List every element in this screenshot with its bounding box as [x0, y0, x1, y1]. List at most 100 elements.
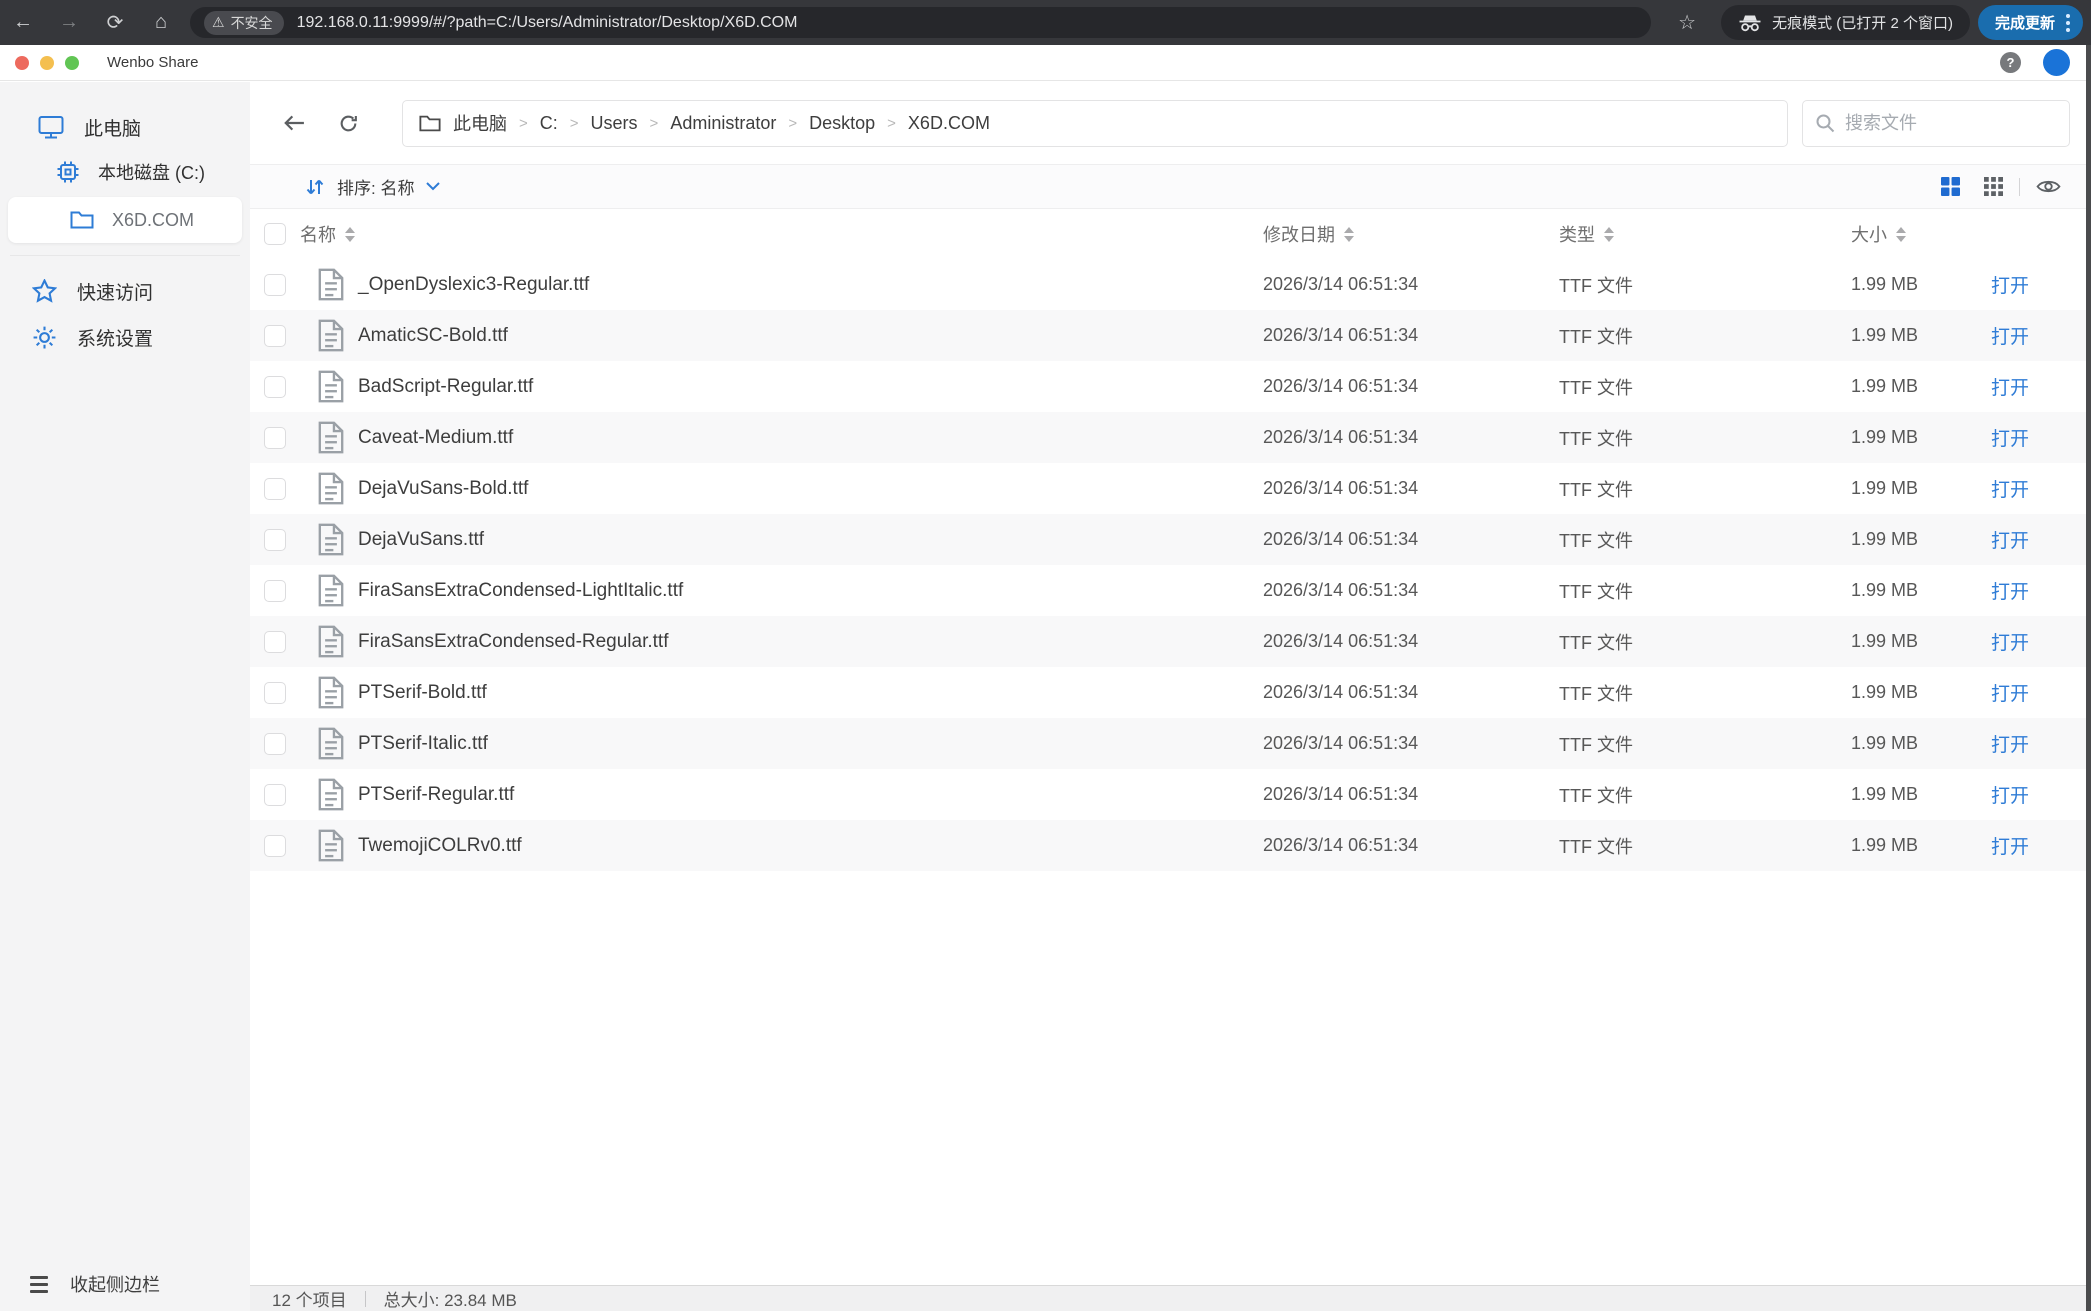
bookmark-star-icon[interactable]: ☆: [1667, 10, 1707, 35]
sort-dropdown[interactable]: 排序: 名称: [305, 174, 440, 199]
file-name[interactable]: Caveat-Medium.ttf: [344, 427, 1263, 449]
file-type: TTF 文件: [1559, 272, 1851, 298]
row-checkbox[interactable]: [264, 478, 286, 500]
browser-reload-icon[interactable]: ⟳: [92, 0, 138, 45]
sidebar-item-this-pc[interactable]: 此电脑: [0, 104, 250, 150]
status-divider: [365, 1291, 366, 1307]
browser-forward-icon[interactable]: →: [46, 0, 92, 45]
table-row[interactable]: PTSerif-Bold.ttf 2026/3/14 06:51:34 TTF …: [250, 667, 2091, 718]
sort-arrows-icon[interactable]: [345, 227, 355, 242]
select-all-checkbox[interactable]: [264, 223, 286, 245]
row-checkbox[interactable]: [264, 580, 286, 602]
table-row[interactable]: DejaVuSans.ttf 2026/3/14 06:51:34 TTF 文件…: [250, 514, 2091, 565]
breadcrumb[interactable]: 此电脑>C:>Users>Administrator>Desktop>X6D.C…: [402, 100, 1788, 147]
file-date: 2026/3/14 06:51:34: [1263, 580, 1559, 601]
breadcrumb-segment[interactable]: Administrator: [670, 113, 776, 134]
row-checkbox[interactable]: [264, 631, 286, 653]
sidebar-item-x6d-com[interactable]: X6D.COM: [8, 197, 242, 243]
file-name[interactable]: BadScript-Regular.ttf: [344, 376, 1263, 398]
file-name[interactable]: DejaVuSans.ttf: [344, 529, 1263, 551]
preview-eye-icon[interactable]: [2036, 178, 2061, 195]
back-icon[interactable]: [272, 114, 316, 132]
table-row[interactable]: Caveat-Medium.ttf 2026/3/14 06:51:34 TTF…: [250, 412, 2091, 463]
breadcrumb-segment[interactable]: Desktop: [809, 113, 875, 134]
row-checkbox[interactable]: [264, 376, 286, 398]
file-name[interactable]: TwemojiCOLRv0.ttf: [344, 835, 1263, 857]
close-window-icon[interactable]: [15, 56, 29, 70]
browser-menu-icon[interactable]: [2066, 14, 2070, 32]
open-link[interactable]: 打开: [1991, 786, 2029, 807]
avatar[interactable]: [2043, 49, 2070, 76]
row-checkbox[interactable]: [264, 682, 286, 704]
table-row[interactable]: PTSerif-Regular.ttf 2026/3/14 06:51:34 T…: [250, 769, 2091, 820]
sort-arrows-icon[interactable]: [1604, 227, 1614, 242]
row-checkbox[interactable]: [264, 733, 286, 755]
row-checkbox[interactable]: [264, 274, 286, 296]
breadcrumb-segment[interactable]: X6D.COM: [908, 113, 990, 134]
table-row[interactable]: FiraSansExtraCondensed-LightItalic.ttf 2…: [250, 565, 2091, 616]
row-checkbox[interactable]: [264, 529, 286, 551]
file-name[interactable]: DejaVuSans-Bold.ttf: [344, 478, 1263, 500]
column-header-name[interactable]: 名称: [300, 221, 336, 247]
sort-arrows-icon[interactable]: [1896, 227, 1906, 242]
maximize-window-icon[interactable]: [65, 56, 79, 70]
file-name[interactable]: _OpenDyslexic3-Regular.ttf: [344, 274, 1263, 296]
browser-back-icon[interactable]: ←: [0, 0, 46, 45]
table-row[interactable]: _OpenDyslexic3-Regular.ttf 2026/3/14 06:…: [250, 259, 2091, 310]
url-text[interactable]: 192.168.0.11:9999/#/?path=C:/Users/Admin…: [297, 14, 798, 32]
open-link[interactable]: 打开: [1991, 429, 2029, 450]
open-link[interactable]: 打开: [1991, 837, 2029, 858]
table-row[interactable]: BadScript-Regular.ttf 2026/3/14 06:51:34…: [250, 361, 2091, 412]
search-box[interactable]: [1802, 100, 2070, 147]
row-checkbox[interactable]: [264, 835, 286, 857]
sidebar-item-quick-access[interactable]: 快速访问: [0, 268, 250, 314]
sidebar-item-settings[interactable]: 系统设置: [0, 314, 250, 360]
collapse-sidebar-button[interactable]: 收起侧边栏: [30, 1271, 160, 1297]
column-header-date[interactable]: 修改日期: [1263, 221, 1335, 247]
breadcrumb-segment[interactable]: C:: [540, 113, 558, 134]
incognito-badge[interactable]: 无痕模式 (已打开 2 个窗口): [1721, 5, 1970, 40]
table-row[interactable]: PTSerif-Italic.ttf 2026/3/14 06:51:34 TT…: [250, 718, 2091, 769]
open-link[interactable]: 打开: [1991, 582, 2029, 603]
file-name[interactable]: PTSerif-Italic.ttf: [344, 733, 1263, 755]
row-checkbox[interactable]: [264, 325, 286, 347]
breadcrumb-segment[interactable]: Users: [591, 113, 638, 134]
open-link[interactable]: 打开: [1991, 684, 2029, 705]
address-bar[interactable]: ⚠ 不安全 192.168.0.11:9999/#/?path=C:/Users…: [190, 7, 1651, 38]
file-date: 2026/3/14 06:51:34: [1263, 325, 1559, 346]
security-chip[interactable]: ⚠ 不安全: [204, 11, 284, 35]
search-input[interactable]: [1845, 113, 2057, 134]
warning-icon: ⚠: [212, 14, 225, 31]
refresh-icon[interactable]: [326, 113, 370, 134]
scrollbar[interactable]: [2086, 45, 2091, 1311]
table-row[interactable]: AmaticSC-Bold.ttf 2026/3/14 06:51:34 TTF…: [250, 310, 2091, 361]
file-name[interactable]: FiraSansExtraCondensed-LightItalic.ttf: [344, 580, 1263, 602]
open-link[interactable]: 打开: [1991, 378, 2029, 399]
open-link[interactable]: 打开: [1991, 633, 2029, 654]
file-name[interactable]: PTSerif-Bold.ttf: [344, 682, 1263, 704]
row-checkbox[interactable]: [264, 427, 286, 449]
grid-view-icon[interactable]: [1941, 177, 1960, 196]
column-header-size[interactable]: 大小: [1851, 221, 1887, 247]
open-link[interactable]: 打开: [1991, 327, 2029, 348]
row-checkbox[interactable]: [264, 784, 286, 806]
open-link[interactable]: 打开: [1991, 480, 2029, 501]
open-link[interactable]: 打开: [1991, 276, 2029, 297]
table-row[interactable]: TwemojiCOLRv0.ttf 2026/3/14 06:51:34 TTF…: [250, 820, 2091, 871]
help-icon[interactable]: ?: [2000, 52, 2021, 73]
breadcrumb-segment[interactable]: 此电脑: [453, 110, 507, 136]
table-row[interactable]: FiraSansExtraCondensed-Regular.ttf 2026/…: [250, 616, 2091, 667]
open-link[interactable]: 打开: [1991, 735, 2029, 756]
file-name[interactable]: AmaticSC-Bold.ttf: [344, 325, 1263, 347]
update-button[interactable]: 完成更新: [1978, 5, 2083, 40]
file-name[interactable]: FiraSansExtraCondensed-Regular.ttf: [344, 631, 1263, 653]
table-row[interactable]: DejaVuSans-Bold.ttf 2026/3/14 06:51:34 T…: [250, 463, 2091, 514]
sidebar-item-local-disk-c[interactable]: 本地磁盘 (C:): [0, 150, 250, 194]
open-link[interactable]: 打开: [1991, 531, 2029, 552]
column-header-type[interactable]: 类型: [1559, 221, 1595, 247]
browser-home-icon[interactable]: ⌂: [138, 0, 184, 45]
file-name[interactable]: PTSerif-Regular.ttf: [344, 784, 1263, 806]
small-grid-view-icon[interactable]: [1984, 177, 2003, 196]
sort-arrows-icon[interactable]: [1344, 227, 1354, 242]
minimize-window-icon[interactable]: [40, 56, 54, 70]
